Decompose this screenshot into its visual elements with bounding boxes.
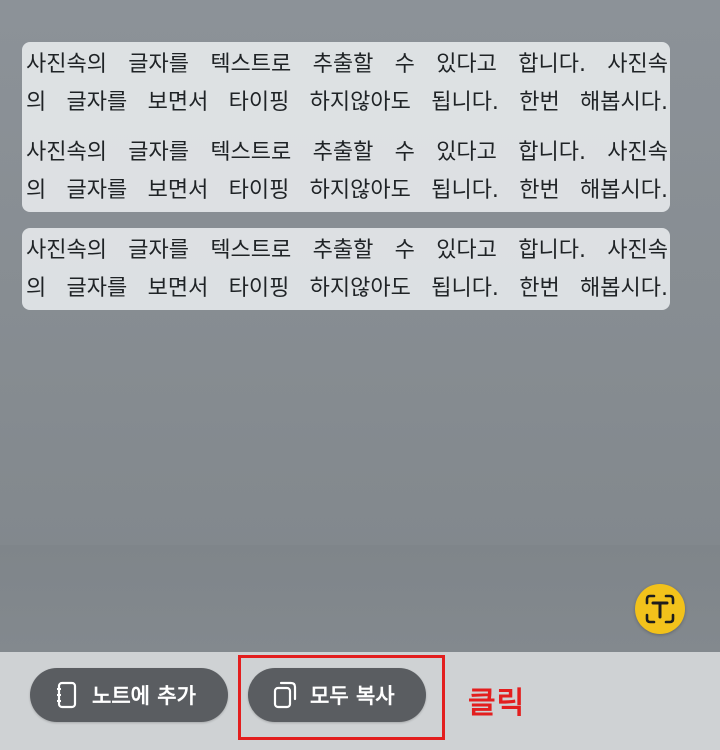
click-annotation-label: 클릭 [468,686,526,721]
recognized-text-line[interactable]: 의 글자를 보면서 타이핑 하지않아도 됩니다. 한번 해봅시다. [22,80,670,126]
text-scan-button[interactable] [635,584,685,634]
add-to-note-button[interactable]: 노트에 추가 [30,668,228,722]
add-to-note-label: 노트에 추가 [92,684,196,708]
recognized-text-line[interactable]: 의 글자를 보면서 타이핑 하지않아도 됩니다. 한번 해봅시다. [22,266,670,312]
camera-viewport: 사진속의 글자를 텍스트로 추출할 수 있다고 합니다. 사진속 의 글자를 보… [0,0,720,652]
recognized-text-block[interactable]: 사진속의 글자를 텍스트로 추출할 수 있다고 합니다. 사진속 의 글자를 보… [22,228,670,310]
text-scan-icon [645,594,675,624]
recognized-text-line[interactable]: 의 글자를 보면서 타이핑 하지않아도 됩니다. 한번 해봅시다. [22,168,670,214]
notebook-icon [54,681,80,709]
recognized-text-block[interactable]: 사진속의 글자를 텍스트로 추출할 수 있다고 합니다. 사진속 의 글자를 보… [22,42,670,212]
click-highlight-box [238,655,445,740]
